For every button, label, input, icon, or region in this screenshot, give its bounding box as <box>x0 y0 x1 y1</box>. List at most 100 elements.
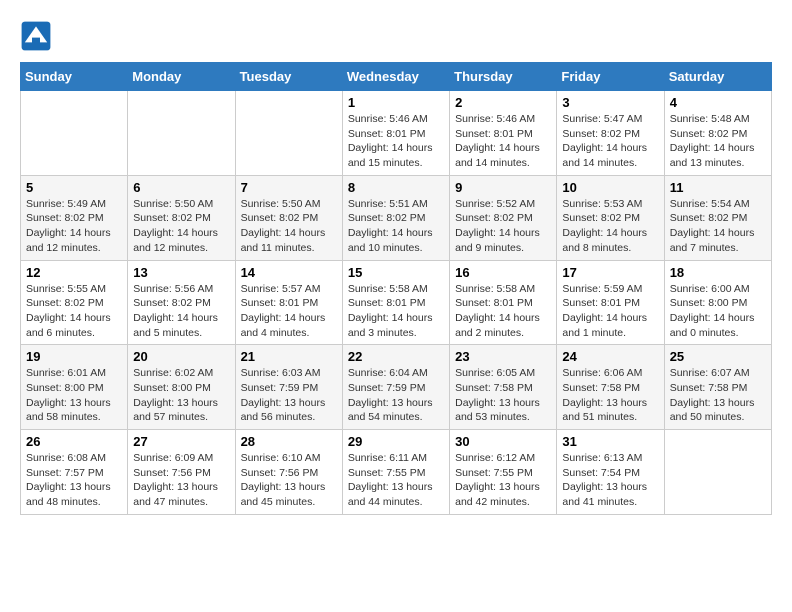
day-cell: 3 Sunrise: 5:47 AM Sunset: 8:02 PM Daylig… <box>557 91 664 176</box>
column-header-friday: Friday <box>557 63 664 91</box>
day-cell <box>235 91 342 176</box>
day-number: 28 <box>241 434 337 449</box>
week-row-2: 5Sunrise: 5:49 AM Sunset: 8:02 PM Daylig… <box>21 175 772 260</box>
day-info: Sunrise: 5:57 AM Sunset: 8:01 PM Dayligh… <box>241 282 337 341</box>
day-info: Sunrise: 5:46 AM Sunset: 8:01 PM Dayligh… <box>455 112 551 171</box>
day-number: 1 <box>348 95 444 110</box>
week-row-5: 26 Sunrise: 6:08 AM Sunset: 7:57 PM Dayli… <box>21 430 772 515</box>
day-info: Sunrise: 6:06 AM Sunset: 7:58 PM Dayligh… <box>562 366 658 425</box>
day-number: 19 <box>26 349 122 364</box>
day-info: Sunrise: 5:58 AM Sunset: 8:01 PM Dayligh… <box>455 282 551 341</box>
day-info: Sunrise: 6:08 AM Sunset: 7:57 PM Dayligh… <box>26 451 122 510</box>
column-header-tuesday: Tuesday <box>235 63 342 91</box>
day-cell: 10 Sunrise: 5:53 AM Sunset: 8:02 PM Dayli… <box>557 175 664 260</box>
column-header-sunday: Sunday <box>21 63 128 91</box>
day-cell: 30 Sunrise: 6:12 AM Sunset: 7:55 PM Dayli… <box>450 430 557 515</box>
day-cell: 15 Sunrise: 5:58 AM Sunset: 8:01 PM Dayli… <box>342 260 449 345</box>
day-cell: 27Sunrise: 6:09 AM Sunset: 7:56 PM Dayli… <box>128 430 235 515</box>
week-row-1: 1 Sunrise: 5:46 AM Sunset: 8:01 PM Daylig… <box>21 91 772 176</box>
day-cell: 26 Sunrise: 6:08 AM Sunset: 7:57 PM Dayli… <box>21 430 128 515</box>
day-number: 15 <box>348 265 444 280</box>
day-cell: 21 Sunrise: 6:03 AM Sunset: 7:59 PM Dayli… <box>235 345 342 430</box>
day-info: Sunrise: 5:58 AM Sunset: 8:01 PM Dayligh… <box>348 282 444 341</box>
day-number: 14 <box>241 265 337 280</box>
day-cell <box>664 430 771 515</box>
day-cell: 31 Sunrise: 6:13 AM Sunset: 7:54 PM Dayli… <box>557 430 664 515</box>
day-number: 21 <box>241 349 337 364</box>
day-number: 24 <box>562 349 658 364</box>
day-cell: 8 Sunrise: 5:51 AM Sunset: 8:02 PM Daylig… <box>342 175 449 260</box>
day-info: Sunrise: 5:54 AM Sunset: 8:02 PM Dayligh… <box>670 197 766 256</box>
day-number: 12 <box>26 265 122 280</box>
day-number: 8 <box>348 180 444 195</box>
day-number: 11 <box>670 180 766 195</box>
day-info: Sunrise: 5:56 AM Sunset: 8:02 PM Dayligh… <box>133 282 229 341</box>
day-info: Sunrise: 6:00 AM Sunset: 8:00 PM Dayligh… <box>670 282 766 341</box>
day-cell: 23 Sunrise: 6:05 AM Sunset: 7:58 PM Dayli… <box>450 345 557 430</box>
day-info: Sunrise: 5:53 AM Sunset: 8:02 PM Dayligh… <box>562 197 658 256</box>
day-cell: 28Sunrise: 6:10 AM Sunset: 7:56 PM Dayli… <box>235 430 342 515</box>
day-cell <box>21 91 128 176</box>
day-info: Sunrise: 6:12 AM Sunset: 7:55 PM Dayligh… <box>455 451 551 510</box>
day-info: Sunrise: 6:05 AM Sunset: 7:58 PM Dayligh… <box>455 366 551 425</box>
day-cell: 4 Sunrise: 5:48 AM Sunset: 8:02 PM Daylig… <box>664 91 771 176</box>
day-cell: 25 Sunrise: 6:07 AM Sunset: 7:58 PM Dayli… <box>664 345 771 430</box>
day-cell: 11 Sunrise: 5:54 AM Sunset: 8:02 PM Dayli… <box>664 175 771 260</box>
day-info: Sunrise: 5:50 AM Sunset: 8:02 PM Dayligh… <box>133 197 229 256</box>
day-number: 30 <box>455 434 551 449</box>
day-number: 23 <box>455 349 551 364</box>
day-number: 7 <box>241 180 337 195</box>
day-cell: 22 Sunrise: 6:04 AM Sunset: 7:59 PM Dayli… <box>342 345 449 430</box>
day-number: 4 <box>670 95 766 110</box>
day-cell: 29 Sunrise: 6:11 AM Sunset: 7:55 PM Dayli… <box>342 430 449 515</box>
day-info: Sunrise: 6:13 AM Sunset: 7:54 PM Dayligh… <box>562 451 658 510</box>
day-cell: 18 Sunrise: 6:00 AM Sunset: 8:00 PM Dayli… <box>664 260 771 345</box>
day-cell: 5Sunrise: 5:49 AM Sunset: 8:02 PM Daylig… <box>21 175 128 260</box>
week-row-3: 12 Sunrise: 5:55 AM Sunset: 8:02 PM Dayli… <box>21 260 772 345</box>
day-info: Sunrise: 5:50 AM Sunset: 8:02 PM Dayligh… <box>241 197 337 256</box>
day-info: Sunrise: 5:48 AM Sunset: 8:02 PM Dayligh… <box>670 112 766 171</box>
logo-icon <box>20 20 52 52</box>
header-row: SundayMondayTuesdayWednesdayThursdayFrid… <box>21 63 772 91</box>
day-cell <box>128 91 235 176</box>
day-info: Sunrise: 6:01 AM Sunset: 8:00 PM Dayligh… <box>26 366 122 425</box>
day-cell: 13 Sunrise: 5:56 AM Sunset: 8:02 PM Dayli… <box>128 260 235 345</box>
column-header-wednesday: Wednesday <box>342 63 449 91</box>
day-cell: 2Sunrise: 5:46 AM Sunset: 8:01 PM Daylig… <box>450 91 557 176</box>
day-number: 3 <box>562 95 658 110</box>
day-cell: 12 Sunrise: 5:55 AM Sunset: 8:02 PM Dayli… <box>21 260 128 345</box>
day-number: 10 <box>562 180 658 195</box>
day-cell: 6 Sunrise: 5:50 AM Sunset: 8:02 PM Daylig… <box>128 175 235 260</box>
day-cell: 7 Sunrise: 5:50 AM Sunset: 8:02 PM Daylig… <box>235 175 342 260</box>
day-info: Sunrise: 5:51 AM Sunset: 8:02 PM Dayligh… <box>348 197 444 256</box>
day-info: Sunrise: 5:47 AM Sunset: 8:02 PM Dayligh… <box>562 112 658 171</box>
day-number: 18 <box>670 265 766 280</box>
day-number: 17 <box>562 265 658 280</box>
day-info: Sunrise: 6:07 AM Sunset: 7:58 PM Dayligh… <box>670 366 766 425</box>
day-cell: 14 Sunrise: 5:57 AM Sunset: 8:01 PM Dayli… <box>235 260 342 345</box>
day-cell: 1Sunrise: 5:46 AM Sunset: 8:01 PM Daylig… <box>342 91 449 176</box>
day-info: Sunrise: 5:55 AM Sunset: 8:02 PM Dayligh… <box>26 282 122 341</box>
day-number: 9 <box>455 180 551 195</box>
day-cell: 24 Sunrise: 6:06 AM Sunset: 7:58 PM Dayli… <box>557 345 664 430</box>
week-row-4: 19 Sunrise: 6:01 AM Sunset: 8:00 PM Dayli… <box>21 345 772 430</box>
day-info: Sunrise: 5:52 AM Sunset: 8:02 PM Dayligh… <box>455 197 551 256</box>
day-info: Sunrise: 6:03 AM Sunset: 7:59 PM Dayligh… <box>241 366 337 425</box>
column-header-saturday: Saturday <box>664 63 771 91</box>
day-info: Sunrise: 5:49 AM Sunset: 8:02 PM Dayligh… <box>26 197 122 256</box>
day-number: 31 <box>562 434 658 449</box>
day-number: 22 <box>348 349 444 364</box>
day-info: Sunrise: 6:02 AM Sunset: 8:00 PM Dayligh… <box>133 366 229 425</box>
day-cell: 17Sunrise: 5:59 AM Sunset: 8:01 PM Dayli… <box>557 260 664 345</box>
day-number: 13 <box>133 265 229 280</box>
page-header <box>20 20 772 52</box>
day-info: Sunrise: 6:11 AM Sunset: 7:55 PM Dayligh… <box>348 451 444 510</box>
day-number: 26 <box>26 434 122 449</box>
column-header-monday: Monday <box>128 63 235 91</box>
day-cell: 19 Sunrise: 6:01 AM Sunset: 8:00 PM Dayli… <box>21 345 128 430</box>
day-number: 6 <box>133 180 229 195</box>
day-number: 29 <box>348 434 444 449</box>
day-number: 25 <box>670 349 766 364</box>
day-number: 27 <box>133 434 229 449</box>
day-info: Sunrise: 6:04 AM Sunset: 7:59 PM Dayligh… <box>348 366 444 425</box>
